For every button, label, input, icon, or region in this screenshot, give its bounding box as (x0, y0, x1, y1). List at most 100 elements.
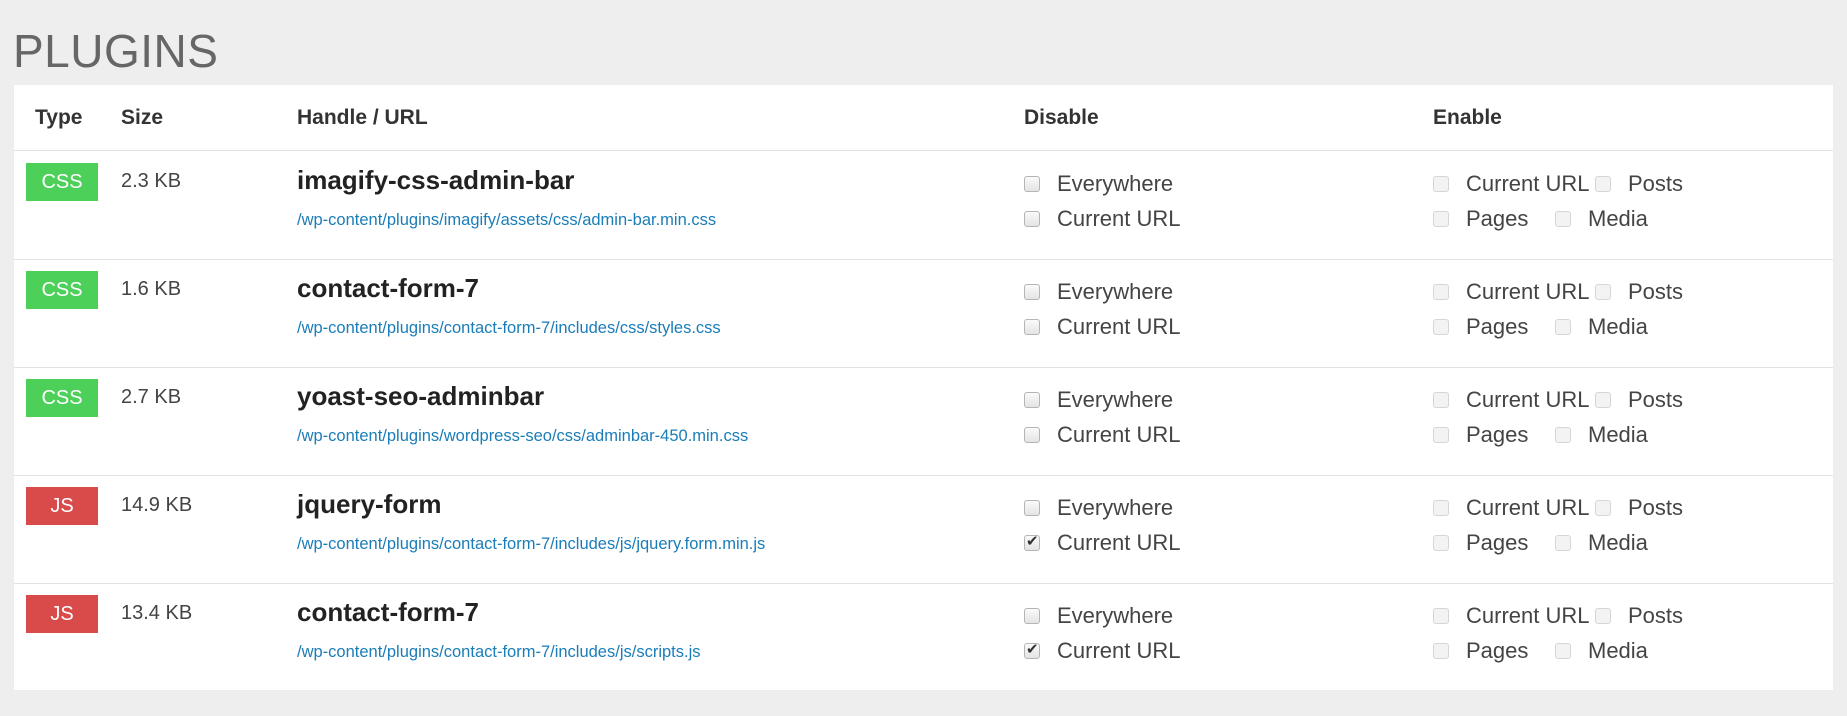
option-label: Current URL (1057, 314, 1181, 339)
option-label: Pages (1466, 422, 1529, 447)
option-label: Current URL (1057, 638, 1181, 663)
enable-posts-option[interactable]: Posts (1595, 603, 1683, 629)
disable-current-url-option[interactable]: Current URL (1024, 422, 1180, 448)
type-badge: CSS (26, 379, 98, 417)
checkbox[interactable] (1433, 176, 1449, 192)
checkbox[interactable] (1595, 392, 1611, 408)
enable-media-option[interactable]: Media (1555, 422, 1648, 448)
checkbox[interactable] (1595, 284, 1611, 300)
disable-everywhere-option[interactable]: Everywhere (1024, 171, 1173, 197)
option-label: Posts (1628, 387, 1684, 412)
enable-media-option[interactable]: Media (1555, 206, 1648, 232)
checkbox[interactable] (1433, 608, 1449, 624)
enable-current-url-option[interactable]: Current URL (1433, 495, 1589, 521)
option-label: Media (1588, 638, 1648, 663)
disable-current-url-option[interactable]: Current URL (1024, 206, 1180, 232)
enable-posts-option[interactable]: Posts (1595, 171, 1683, 197)
disable-everywhere-option[interactable]: Everywhere (1024, 603, 1173, 629)
enable-current-url-option[interactable]: Current URL (1433, 279, 1589, 305)
enable-current-url-option[interactable]: Current URL (1433, 171, 1589, 197)
column-enable: Enable (1433, 106, 1502, 129)
enable-posts-option[interactable]: Posts (1595, 279, 1683, 305)
checkbox[interactable] (1433, 392, 1449, 408)
asset-url-link[interactable]: /wp-content/plugins/contact-form-7/inclu… (297, 319, 721, 338)
checkbox[interactable] (1024, 427, 1040, 443)
table-header: Type Size Handle / URL Disable Enable (14, 85, 1833, 151)
disable-current-url-option[interactable]: Current URL (1024, 314, 1180, 340)
enable-current-url-option[interactable]: Current URL (1433, 387, 1589, 413)
option-label: Current URL (1466, 387, 1590, 412)
enable-media-option[interactable]: Media (1555, 314, 1648, 340)
asset-url-link[interactable]: /wp-content/plugins/imagify/assets/css/a… (297, 211, 716, 230)
enable-pages-option[interactable]: Pages (1433, 314, 1528, 340)
checkbox[interactable] (1595, 500, 1611, 516)
file-size: 13.4 KB (121, 602, 193, 624)
table-row: CSS 2.7 KB yoast-seo-adminbar /wp-conten… (14, 367, 1833, 476)
checkbox[interactable] (1555, 643, 1571, 659)
option-label: Pages (1466, 314, 1529, 339)
checkbox[interactable] (1595, 608, 1611, 624)
file-size: 1.6 KB (121, 278, 182, 300)
enable-posts-option[interactable]: Posts (1595, 495, 1683, 521)
table-row: JS 14.9 KB jquery-form /wp-content/plugi… (14, 475, 1833, 584)
type-badge: JS (26, 595, 98, 633)
checkbox[interactable] (1433, 535, 1449, 551)
checkbox[interactable] (1433, 319, 1449, 335)
option-label: Current URL (1466, 603, 1590, 628)
option-label: Current URL (1057, 206, 1181, 231)
option-label: Posts (1628, 279, 1684, 304)
enable-media-option[interactable]: Media (1555, 530, 1648, 556)
option-label: Media (1588, 206, 1648, 231)
checkbox[interactable] (1433, 500, 1449, 516)
option-label: Everywhere (1057, 387, 1174, 412)
asset-url-link[interactable]: /wp-content/plugins/contact-form-7/inclu… (297, 643, 701, 662)
checkbox[interactable] (1433, 284, 1449, 300)
column-disable: Disable (1024, 106, 1099, 129)
checkbox[interactable] (1433, 211, 1449, 227)
asset-url-link[interactable]: /wp-content/plugins/wordpress-seo/css/ad… (297, 427, 748, 446)
checkbox[interactable] (1555, 211, 1571, 227)
file-size: 14.9 KB (121, 494, 193, 516)
asset-url-link[interactable]: /wp-content/plugins/contact-form-7/inclu… (297, 535, 765, 554)
checkbox[interactable] (1024, 392, 1040, 408)
disable-everywhere-option[interactable]: Everywhere (1024, 495, 1173, 521)
type-badge: JS (26, 487, 98, 525)
option-label: Pages (1466, 638, 1529, 663)
enable-current-url-option[interactable]: Current URL (1433, 603, 1589, 629)
checkbox[interactable] (1595, 176, 1611, 192)
checkbox[interactable] (1024, 608, 1040, 624)
option-label: Current URL (1466, 279, 1590, 304)
checkbox[interactable] (1433, 643, 1449, 659)
enable-pages-option[interactable]: Pages (1433, 638, 1528, 664)
checkbox[interactable] (1024, 319, 1040, 335)
checkbox[interactable] (1555, 535, 1571, 551)
checkbox[interactable] (1024, 176, 1040, 192)
checkbox[interactable] (1024, 211, 1040, 227)
enable-pages-option[interactable]: Pages (1433, 422, 1528, 448)
checkbox[interactable] (1024, 284, 1040, 300)
file-size: 2.3 KB (121, 170, 182, 192)
enable-pages-option[interactable]: Pages (1433, 530, 1528, 556)
type-badge: CSS (26, 271, 98, 309)
checkbox[interactable] (1024, 500, 1040, 516)
option-label: Posts (1628, 171, 1684, 196)
disable-everywhere-option[interactable]: Everywhere (1024, 279, 1173, 305)
enable-pages-option[interactable]: Pages (1433, 206, 1528, 232)
disable-everywhere-option[interactable]: Everywhere (1024, 387, 1173, 413)
asset-handle: imagify-css-admin-bar (297, 165, 575, 195)
page-title: PLUGINS (13, 25, 219, 77)
option-label: Pages (1466, 206, 1529, 231)
enable-posts-option[interactable]: Posts (1595, 387, 1683, 413)
checkbox[interactable] (1024, 532, 1040, 551)
table-row: JS 13.4 KB contact-form-7 /wp-content/pl… (14, 583, 1833, 691)
disable-current-url-option[interactable]: Current URL (1024, 530, 1180, 556)
disable-current-url-option[interactable]: Current URL (1024, 638, 1180, 664)
type-badge: CSS (26, 163, 98, 201)
checkbox[interactable] (1555, 319, 1571, 335)
enable-media-option[interactable]: Media (1555, 638, 1648, 664)
checkbox[interactable] (1555, 427, 1571, 443)
asset-handle: contact-form-7 (297, 273, 480, 303)
asset-handle: contact-form-7 (297, 597, 480, 627)
checkbox[interactable] (1024, 640, 1040, 659)
checkbox[interactable] (1433, 427, 1449, 443)
